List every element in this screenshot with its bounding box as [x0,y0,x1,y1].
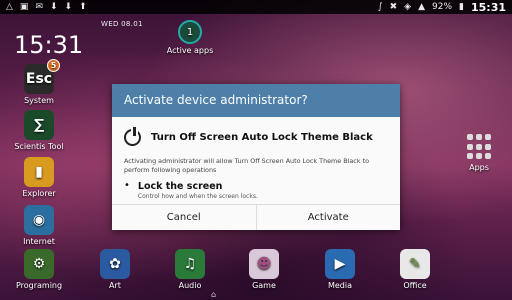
dock-label: Programing [15,281,63,290]
dialog-title: Activate device administrator? [112,84,400,117]
globe-icon: ◉ [24,205,54,235]
app-name: Turn Off Screen Auto Lock Theme Black [151,131,373,143]
image-icon: ▣ [19,2,29,12]
dialog-description: Activating administrator will allow Turn… [124,157,369,174]
apps-label: Apps [469,163,489,172]
app-system[interactable]: Esc 5 System [9,59,69,105]
app-scientis-tool[interactable]: ∑ Scientis Tool [9,110,69,151]
app-label: Explorer [22,189,56,198]
policy-title: Lock the screen [137,181,223,192]
apps-drawer-button[interactable]: Apps [449,134,509,172]
dock-audio[interactable]: ♫ Audio [160,249,220,290]
app-explorer[interactable]: ▮ Explorer [9,157,69,198]
dock-media[interactable]: ▶ Media [310,249,370,290]
app-label: System [24,96,54,105]
dock-label: Office [403,281,427,290]
android-icon: ⚙ [24,249,54,279]
dock-label: Audio [178,281,202,290]
active-apps-label: Active apps [166,46,214,55]
download-icon: ⬇ [49,2,58,12]
cancel-button[interactable]: Cancel [112,205,257,230]
folder-icon: ▮ [24,157,54,187]
mail-icon: ✉ [35,2,43,12]
active-apps-widget[interactable]: 1 Active apps [160,20,220,55]
policy-subtitle: Control how and when the screen locks. [137,193,258,200]
document-icon: ✎ [400,249,430,279]
activate-button[interactable]: Activate [256,205,400,230]
calculator-icon: ∑ [24,110,54,140]
status-time: 15:31 [470,0,506,14]
battery-level: 92% [432,2,453,12]
system-icons: ∫ ✖ ◈ ▲ 92% ▮ 15:31 [378,0,506,14]
power-icon [124,126,141,146]
dock-label: Media [327,281,353,290]
dock-office[interactable]: ✎ Office [385,249,445,290]
clock-widget[interactable]: 15:31 [14,31,83,59]
app-internet[interactable]: ◉ Internet [9,205,69,246]
active-apps-count: 1 [178,20,202,44]
media-icon: ▶ [325,249,355,279]
status-bar: △ ▣ ✉ ⬇ ⬇ ⬆ ∫ ✖ ◈ ▲ 92% ▮ 15:31 [0,0,512,14]
wifi-icon: ◈ [404,2,412,12]
upload-icon: ⬆ [79,2,87,12]
dock-art[interactable]: ✿ Art [85,249,145,290]
dock-programing[interactable]: ⚙ Programing [9,249,69,290]
bluetooth-icon: ∫ [377,2,383,12]
dialog-buttons: Cancel Activate [112,204,400,230]
dock-game[interactable]: ☻ Game [234,249,294,290]
signal-icon: ▲ [418,2,426,12]
app-label: Internet [23,237,55,246]
home-indicator-icon: ⌂ [211,290,217,299]
dialog-body: Turn Off Screen Auto Lock Theme Black Ac… [112,117,400,200]
date-label: WED 08.01 [101,20,143,28]
audio-icon: ♫ [175,249,205,279]
device-admin-dialog: Activate device administrator? Turn Off … [112,84,400,230]
dock-label: Art [109,281,121,290]
shield-icon: △ [6,2,13,12]
mute-icon: ✖ [389,2,398,12]
system-icon: Esc 5 [24,59,60,94]
bullet-icon: • [124,180,130,191]
policy-item: • Lock the screen Control how and when t… [124,180,388,201]
game-icon: ☻ [249,249,279,279]
apps-grid-icon [466,134,492,160]
app-header: Turn Off Screen Auto Lock Theme Black [124,126,388,148]
notification-icons: △ ▣ ✉ ⬇ ⬇ ⬆ [6,0,87,14]
dock-label: Game [252,281,276,290]
notification-badge: 5 [47,59,60,72]
palette-icon: ✿ [100,249,130,279]
battery-icon: ▮ [459,2,464,12]
app-label: Scientis Tool [14,142,64,151]
download-icon: ⬇ [64,2,73,12]
